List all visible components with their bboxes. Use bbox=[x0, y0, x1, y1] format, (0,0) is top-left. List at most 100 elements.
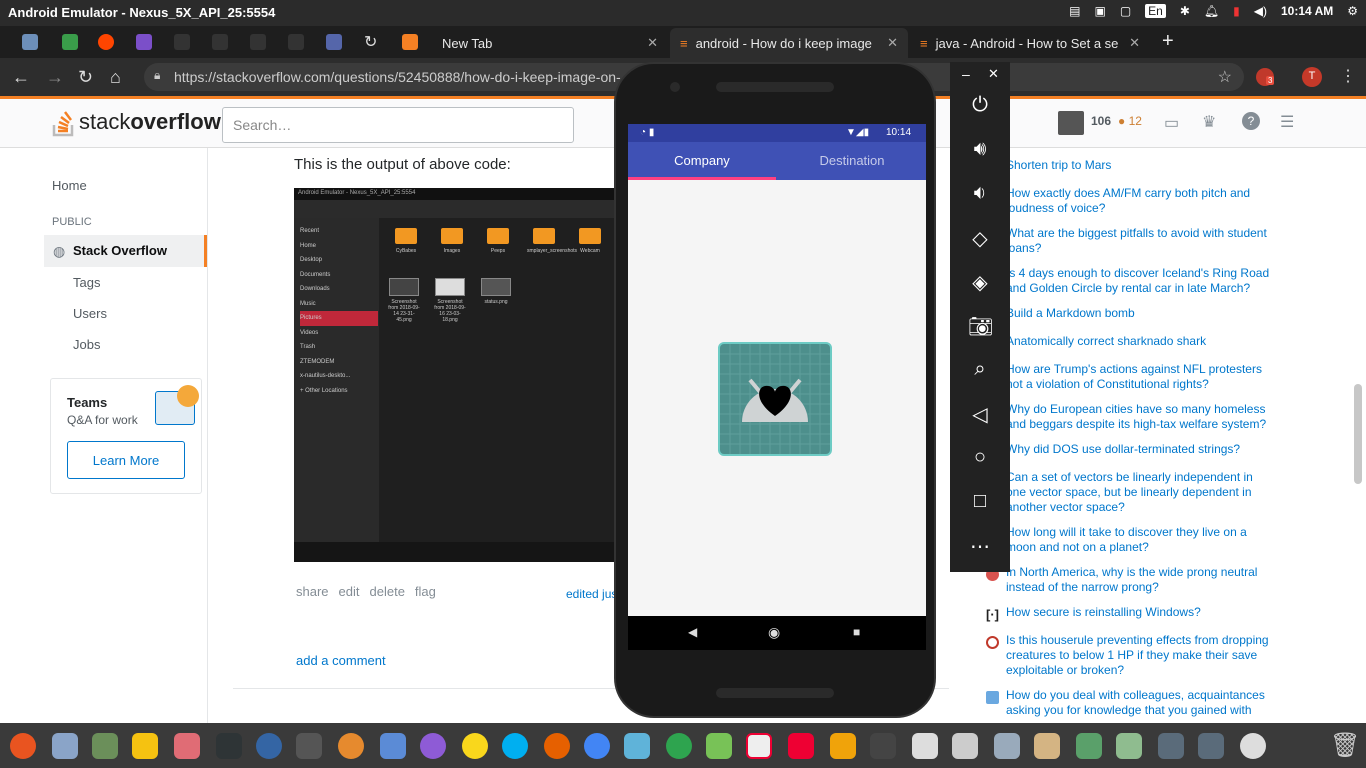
app-icon[interactable] bbox=[1034, 733, 1060, 759]
nav-jobs[interactable]: Jobs bbox=[73, 337, 100, 352]
minimize-icon[interactable]: – bbox=[962, 66, 970, 82]
app-icon[interactable] bbox=[92, 733, 118, 759]
skype-icon[interactable] bbox=[502, 733, 528, 759]
trash-icon[interactable]: 🗑︎ bbox=[1330, 731, 1360, 760]
zoom-icon[interactable]: ⌕ bbox=[968, 358, 992, 381]
pinned-tab-icon[interactable] bbox=[136, 34, 152, 50]
more-icon[interactable]: ⋯ bbox=[968, 534, 992, 559]
hot-question-link[interactable]: Why do European cities have so many home… bbox=[1006, 402, 1276, 432]
profile-avatar[interactable]: T bbox=[1302, 67, 1322, 87]
tab-java-question[interactable]: ≡ java - Android - How to Set a se ✕ bbox=[910, 28, 1150, 58]
image-viewer-icon[interactable] bbox=[1076, 733, 1102, 759]
app-icon[interactable] bbox=[174, 733, 200, 759]
android-heart-image[interactable] bbox=[718, 342, 832, 456]
hot-question-link[interactable]: Shorten trip to Mars bbox=[1006, 158, 1276, 173]
pinned-tab-icon[interactable] bbox=[326, 34, 342, 50]
clipboard-icon[interactable]: ▤ bbox=[1069, 4, 1080, 18]
document-icon[interactable] bbox=[952, 733, 978, 759]
overview-icon[interactable]: □ bbox=[968, 490, 992, 513]
add-comment-link[interactable]: add a comment bbox=[296, 653, 386, 668]
close-icon[interactable]: ✕ bbox=[647, 35, 658, 51]
page-scrollbar[interactable] bbox=[1354, 384, 1362, 484]
nav-home[interactable]: Home bbox=[52, 178, 87, 193]
language-indicator[interactable]: En bbox=[1145, 4, 1166, 18]
cpu-icon[interactable]: ▣ bbox=[1094, 4, 1105, 18]
app-icon[interactable] bbox=[52, 733, 78, 759]
app-icon[interactable] bbox=[380, 733, 406, 759]
pinned-tab-icon[interactable] bbox=[62, 34, 78, 50]
share-link[interactable]: share bbox=[296, 584, 329, 599]
sync-icon[interactable] bbox=[666, 733, 692, 759]
sublime-icon[interactable] bbox=[830, 733, 856, 759]
inbox-icon[interactable]: ▭ bbox=[1164, 113, 1179, 133]
rotate-left-icon[interactable]: ◇ bbox=[968, 226, 992, 251]
close-icon[interactable]: ✕ bbox=[1129, 35, 1140, 51]
files-icon[interactable] bbox=[132, 733, 158, 759]
help-icon[interactable]: ? bbox=[1242, 112, 1260, 130]
pinned-tab-icon[interactable] bbox=[212, 34, 228, 50]
notification-bell-icon[interactable]: 🔔︎ bbox=[1204, 4, 1219, 18]
app-icon[interactable] bbox=[788, 733, 814, 759]
pinned-tab-icon[interactable] bbox=[288, 34, 304, 50]
hot-question-link[interactable]: Build a Markdown bomb bbox=[1006, 306, 1276, 321]
play-icon[interactable] bbox=[462, 733, 488, 759]
battery-icon[interactable]: ▮ bbox=[1233, 4, 1240, 18]
close-icon[interactable]: ✕ bbox=[988, 66, 999, 82]
stackoverflow-logo-icon[interactable] bbox=[52, 107, 76, 137]
home-circle-icon[interactable]: ○ bbox=[968, 446, 992, 469]
new-tab-button[interactable]: + bbox=[1162, 30, 1174, 53]
close-icon[interactable]: ✕ bbox=[887, 35, 898, 51]
android-back-icon[interactable]: ◀ bbox=[688, 625, 697, 639]
app-icon[interactable] bbox=[1116, 733, 1142, 759]
volume-down-icon[interactable]: 🔉︎ bbox=[968, 182, 992, 205]
site-logo[interactable]: stackoverflow bbox=[79, 109, 221, 135]
tab-destination[interactable]: Destination bbox=[778, 153, 926, 168]
pinned-tab-icon[interactable] bbox=[174, 34, 190, 50]
volume-icon[interactable]: ◀) bbox=[1254, 4, 1267, 18]
nav-stackoverflow[interactable]: Stack Overflow bbox=[73, 243, 167, 258]
site-switcher-icon[interactable]: ☰ bbox=[1280, 112, 1294, 132]
app-icon[interactable] bbox=[912, 733, 938, 759]
back-button[interactable]: ← bbox=[12, 67, 30, 88]
app-icon[interactable] bbox=[338, 733, 364, 759]
back-icon[interactable]: ◁ bbox=[968, 402, 992, 427]
hot-question-link[interactable]: How are Trump's actions against NFL prot… bbox=[1006, 362, 1276, 392]
tab-new-tab[interactable]: New Tab ✕ bbox=[432, 28, 668, 58]
disc-icon[interactable] bbox=[1240, 733, 1266, 759]
edit-link[interactable]: edit bbox=[339, 584, 360, 599]
display-icon[interactable]: ▢ bbox=[1120, 4, 1131, 18]
phone-screen[interactable]: ◔ ▮ ▼◢▮ 10:14 Company Destination ◀ ◉ ■ bbox=[628, 124, 926, 650]
tab-so-question[interactable]: ≡ android - How do i keep image ✕ bbox=[670, 28, 908, 58]
clock[interactable]: 10:14 AM bbox=[1281, 4, 1333, 18]
firefox-icon[interactable] bbox=[544, 733, 570, 759]
hot-question-link[interactable]: Why did DOS use dollar-terminated string… bbox=[1006, 442, 1276, 457]
trophy-icon[interactable]: ♛ bbox=[1202, 112, 1216, 132]
android-studio-icon[interactable] bbox=[706, 733, 732, 759]
app-icon[interactable] bbox=[1198, 733, 1224, 759]
camera-icon[interactable]: 📷︎ bbox=[968, 314, 993, 339]
pinned-tab-icon[interactable] bbox=[250, 34, 266, 50]
hot-question-link[interactable]: How do you deal with colleagues, acquain… bbox=[1006, 688, 1276, 718]
app-icon[interactable] bbox=[746, 733, 772, 759]
hot-question-link[interactable]: How long will it take to discover they l… bbox=[1006, 525, 1276, 555]
nav-tags[interactable]: Tags bbox=[73, 275, 100, 290]
reload-tab-icon[interactable]: ↻ bbox=[364, 32, 377, 52]
android-home-icon[interactable]: ◉ bbox=[768, 624, 780, 641]
hot-question-link[interactable]: What are the biggest pitfalls to avoid w… bbox=[1006, 226, 1276, 256]
chrome-icon[interactable] bbox=[584, 733, 610, 759]
pinned-tab-icon[interactable] bbox=[22, 34, 38, 50]
media-player-icon[interactable] bbox=[420, 733, 446, 759]
volume-up-icon[interactable]: 🔊︎ bbox=[968, 138, 992, 161]
app-icon[interactable] bbox=[1158, 733, 1184, 759]
hot-question-link[interactable]: Is 4 days enough to discover Iceland's R… bbox=[1006, 266, 1276, 296]
hot-question-link[interactable]: Can a set of vectors be linearly indepen… bbox=[1006, 470, 1276, 515]
edited-link[interactable]: edited jus bbox=[566, 587, 617, 601]
android-recents-icon[interactable]: ■ bbox=[853, 625, 860, 639]
learn-more-button[interactable]: Learn More bbox=[67, 441, 185, 479]
search-input[interactable]: Search… bbox=[222, 107, 574, 143]
rotate-right-icon[interactable]: ◈ bbox=[968, 270, 992, 295]
bookmark-star-icon[interactable]: ☆ bbox=[1218, 67, 1232, 87]
hot-question-link[interactable]: How exactly does AM/FM carry both pitch … bbox=[1006, 186, 1276, 216]
home-icon[interactable]: ⌂ bbox=[110, 67, 121, 88]
mail-icon[interactable] bbox=[624, 733, 650, 759]
